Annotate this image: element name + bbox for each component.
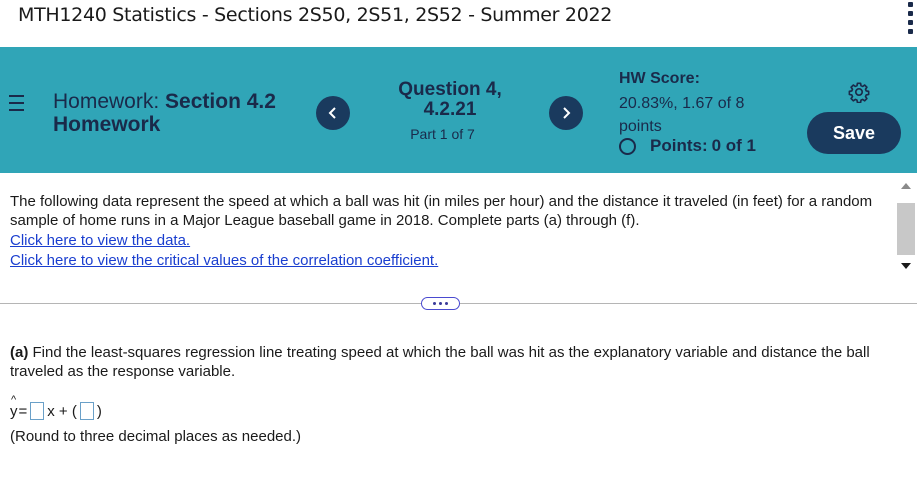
homework-name-line1: Section 4.2	[165, 90, 276, 113]
scroll-up-icon[interactable]	[901, 183, 911, 189]
part-a-text: Find the least-squares regression line t…	[10, 344, 870, 380]
chevron-right-icon	[563, 107, 571, 119]
intercept-input[interactable]	[79, 402, 94, 420]
homework-title: Homework: Section 4.2 Homework	[53, 90, 276, 136]
more-vertical-icon[interactable]	[905, 2, 915, 34]
homework-prefix: Homework:	[53, 90, 160, 113]
question-number: Question 4,	[398, 79, 502, 100]
menu-icon[interactable]	[9, 95, 24, 111]
gear-icon[interactable]	[848, 81, 870, 103]
course-title: MTH1240 Statistics - Sections 2S50, 2S51…	[18, 4, 613, 26]
question-title: Question 4, 4.2.21	[370, 80, 530, 120]
hat-symbol: ^	[11, 393, 17, 406]
x-plus-text: x + (	[47, 402, 77, 420]
scroll-down-icon[interactable]	[901, 263, 911, 269]
top-bar: MTH1240 Statistics - Sections 2S50, 2S51…	[0, 0, 917, 47]
view-data-link[interactable]: Click here to view the data.	[10, 232, 190, 249]
scrollbar[interactable]	[895, 183, 917, 271]
hw-score-value: 20.83%, 1.67 of 8 points	[619, 95, 745, 135]
close-paren: )	[96, 402, 102, 420]
part-a-question: (a) Find the least-squares regression li…	[10, 343, 900, 381]
chevron-left-icon	[328, 107, 336, 119]
points-status: Points: 0 of 1	[619, 136, 760, 156]
save-button[interactable]: Save	[807, 112, 901, 154]
y-hat: ^ y	[10, 394, 18, 420]
regression-equation: ^ y = x + ( )	[10, 394, 103, 422]
points-label: Points:	[650, 136, 708, 155]
rounding-note: (Round to three decimal places as needed…	[10, 428, 302, 445]
critical-values-link[interactable]: Click here to view the critical values o…	[10, 252, 438, 269]
equals-sign: =	[18, 402, 28, 420]
status-circle-icon	[619, 137, 636, 155]
homework-name-line2: Homework	[53, 113, 161, 136]
next-question-button[interactable]	[549, 96, 583, 130]
slope-input[interactable]	[30, 402, 45, 420]
hw-score-label: HW Score:	[619, 70, 700, 87]
previous-question-button[interactable]	[316, 96, 350, 130]
scrollbar-thumb[interactable]	[897, 203, 915, 255]
points-value: 0 of 1	[711, 136, 757, 155]
question-area: The following data represent the speed a…	[0, 173, 890, 283]
part-a-label: (a)	[10, 344, 29, 361]
question-part: Part 1 of 7	[410, 126, 475, 142]
question-text: The following data represent the speed a…	[10, 193, 873, 229]
expand-button[interactable]	[421, 297, 460, 310]
question-id: 4.2.21	[423, 99, 477, 120]
